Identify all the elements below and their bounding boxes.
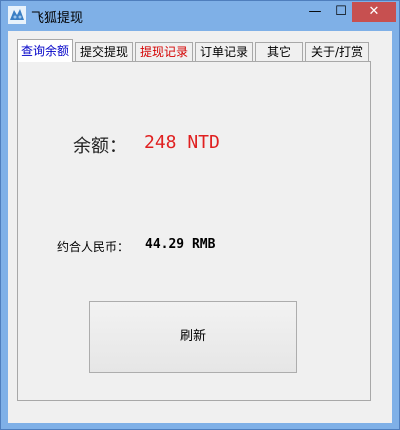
- tab-strip: 查询余额 提交提现 提现记录 订单记录 其它 关于/打赏: [17, 39, 377, 62]
- minimize-button[interactable]: —: [302, 2, 328, 22]
- title-bar[interactable]: 飞狐提现 — ☐ ✕: [1, 1, 399, 31]
- refresh-button[interactable]: 刷新: [89, 301, 297, 373]
- tab-submit-withdrawal[interactable]: 提交提现: [75, 42, 133, 61]
- balance-panel: 余额： 248 NTD 约合人民币： 44.29 RMB 刷新: [17, 61, 371, 401]
- window-title: 飞狐提现: [31, 11, 84, 26]
- fox-app-icon: [8, 6, 26, 24]
- tab-order-records[interactable]: 订单记录: [195, 42, 253, 61]
- tab-about-donate[interactable]: 关于/打赏: [305, 42, 369, 61]
- tab-withdrawal-records[interactable]: 提现记录: [135, 42, 193, 61]
- client-area: 查询余额 提交提现 提现记录 订单记录 其它 关于/打赏 余额： 248 NTD…: [8, 31, 392, 423]
- balance-value: 248 NTD: [144, 132, 220, 153]
- rmb-value: 44.29 RMB: [145, 237, 216, 252]
- tab-query-balance[interactable]: 查询余额: [17, 39, 73, 62]
- rmb-label: 约合人民币：: [57, 240, 130, 254]
- tab-other[interactable]: 其它: [255, 42, 303, 61]
- close-button[interactable]: ✕: [352, 2, 396, 22]
- balance-label: 余额：: [73, 136, 127, 157]
- app-window: 飞狐提现 — ☐ ✕ 查询余额 提交提现 提现记录 订单记录 其它 关于/打赏 …: [0, 0, 400, 430]
- maximize-button[interactable]: ☐: [328, 2, 354, 22]
